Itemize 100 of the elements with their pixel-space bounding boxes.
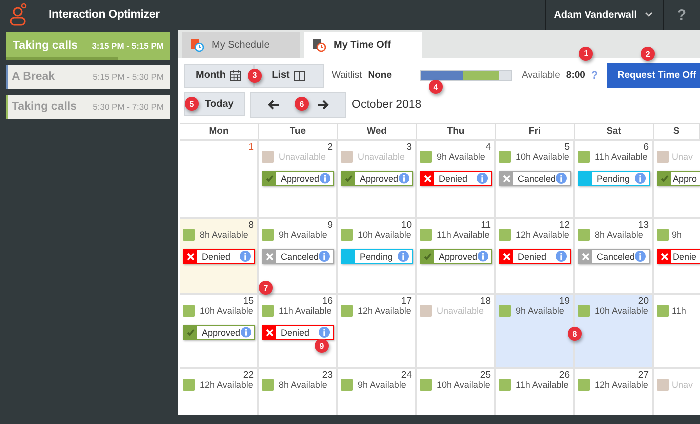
weekday-header: S [654, 123, 700, 139]
check-icon [344, 174, 352, 182]
day-cell[interactable]: 5 10h Available Canceled [496, 139, 575, 217]
x-icon [266, 252, 274, 260]
caret-icon [645, 12, 653, 18]
availability-text: 11h Available [437, 230, 490, 240]
day-cell[interactable]: 25 10h Available [417, 367, 496, 415]
availability-text: 11h Available [279, 306, 332, 316]
request-status-chip[interactable]: Denied [183, 249, 255, 264]
day-number: 23 [322, 370, 333, 381]
day-cell[interactable]: 4 9h Available Denied [417, 139, 496, 217]
tab[interactable]: My Schedule [182, 32, 300, 58]
view-toggle[interactable]: Month [184, 64, 254, 88]
activity-time: 5:15 PM - 5:30 PM [93, 72, 164, 82]
check-icon [424, 252, 432, 260]
day-cell[interactable]: 26 11h Available [496, 367, 575, 415]
activity-name: Taking calls [12, 101, 77, 113]
day-cell[interactable]: 17 12h Available [338, 293, 417, 367]
availability-text: 10h Available [358, 230, 412, 240]
info-icon[interactable] [319, 251, 330, 262]
info-icon[interactable] [240, 251, 251, 262]
day-cell[interactable]: 9h Denie [654, 217, 700, 293]
request-status-chip[interactable]: Approved [341, 171, 413, 186]
request-status-chip[interactable]: Approved [262, 171, 334, 186]
x-icon [582, 252, 590, 260]
request-status-chip[interactable]: Denied [420, 171, 492, 186]
availability-text: 12h Available [200, 380, 254, 390]
day-cell[interactable]: 27 12h Available [575, 367, 654, 415]
day-number: 17 [401, 296, 412, 307]
info-icon[interactable] [398, 251, 409, 262]
day-number: 13 [638, 220, 649, 231]
day-cell[interactable]: 11 11h Available Approved [417, 217, 496, 293]
check-icon [266, 174, 274, 182]
request-time-off-button[interactable]: Request Time Off [607, 63, 700, 88]
day-cell[interactable]: 8 8h Available Denied [180, 217, 259, 293]
request-status-chip[interactable]: Pending [341, 249, 413, 264]
day-cell[interactable]: 24 9h Available [338, 367, 417, 415]
day-number: 27 [638, 370, 649, 381]
request-status-chip[interactable]: Pending [578, 171, 650, 186]
help-button[interactable]: ? [664, 6, 700, 24]
arrow-left-icon[interactable] [268, 100, 280, 110]
day-number: 10 [401, 220, 412, 231]
request-status-chip[interactable]: Denie [657, 249, 700, 264]
info-icon[interactable] [635, 173, 646, 184]
request-status-chip[interactable]: Canceled [578, 249, 650, 264]
request-status-chip[interactable]: Canceled [499, 171, 571, 186]
day-cell[interactable]: 22 12h Available [180, 367, 259, 415]
availability-text: 9h Available [516, 306, 564, 316]
availability-text: Unavailable [279, 152, 326, 162]
x-icon [502, 174, 510, 182]
info-icon[interactable] [477, 173, 488, 184]
request-status-chip[interactable]: Appro [657, 171, 700, 186]
x-icon [186, 252, 194, 260]
day-cell[interactable]: 2 Unavailable Approved [259, 139, 338, 217]
info-icon[interactable] [398, 173, 409, 184]
weekday-header: Wed [338, 123, 417, 139]
x-icon [502, 252, 510, 260]
availability-text: 9h Available [279, 230, 328, 240]
availability-text: 9h Available [437, 152, 486, 162]
arrow-right-icon[interactable] [316, 100, 328, 110]
day-cell[interactable]: 12 12h Available Denied [496, 217, 575, 293]
day-number: 25 [480, 370, 491, 381]
info-icon[interactable] [240, 327, 251, 338]
waitlist-label: Waitlist [332, 70, 362, 81]
day-cell[interactable]: Unav Appro [654, 139, 700, 217]
info-icon[interactable] [556, 251, 567, 262]
day-cell[interactable]: 11h [654, 293, 700, 367]
day-cell[interactable]: 23 8h Available [259, 367, 338, 415]
info-icon[interactable] [319, 327, 330, 338]
day-number: 1 [248, 142, 254, 153]
day-number: 22 [243, 370, 254, 381]
day-cell[interactable]: 3 Unavailable Approved [338, 139, 417, 217]
availability-text: 10h Available [595, 306, 648, 316]
day-cell[interactable]: 13 8h Available Canceled [575, 217, 654, 293]
tab[interactable]: My Time Off [304, 32, 422, 58]
availability-text: 11h [672, 306, 686, 316]
day-number: 5 [564, 142, 570, 153]
request-status-chip[interactable]: Canceled [262, 249, 334, 264]
calendar-clock-icon [190, 38, 204, 52]
availability-text: 10h Available [437, 380, 490, 390]
app-title: Interaction Optimizer [49, 9, 161, 21]
day-cell[interactable]: 6 11h Available Pending [575, 139, 654, 217]
info-icon[interactable] [478, 251, 488, 262]
available-label: Available [522, 70, 560, 81]
check-icon [660, 174, 668, 182]
logo-icon [9, 3, 29, 27]
request-status-chip[interactable]: Denied [499, 249, 571, 264]
day-cell[interactable]: 10 10h Available Pending [338, 217, 417, 293]
day-number: 19 [559, 296, 570, 307]
day-cell[interactable]: 15 10h Available Approved [180, 293, 259, 367]
calendar-icon [230, 70, 242, 82]
request-status-chip[interactable]: Approved [420, 249, 492, 264]
request-status-chip[interactable]: Denied [262, 325, 334, 340]
info-icon[interactable] [635, 251, 646, 262]
available-value: 8:00 [566, 70, 586, 81]
day-number: 9 [328, 220, 333, 231]
waitlist-value: None [368, 70, 392, 81]
info-icon[interactable] [320, 173, 330, 184]
request-status-chip[interactable]: Approved [183, 325, 255, 340]
info-icon[interactable] [556, 173, 567, 184]
